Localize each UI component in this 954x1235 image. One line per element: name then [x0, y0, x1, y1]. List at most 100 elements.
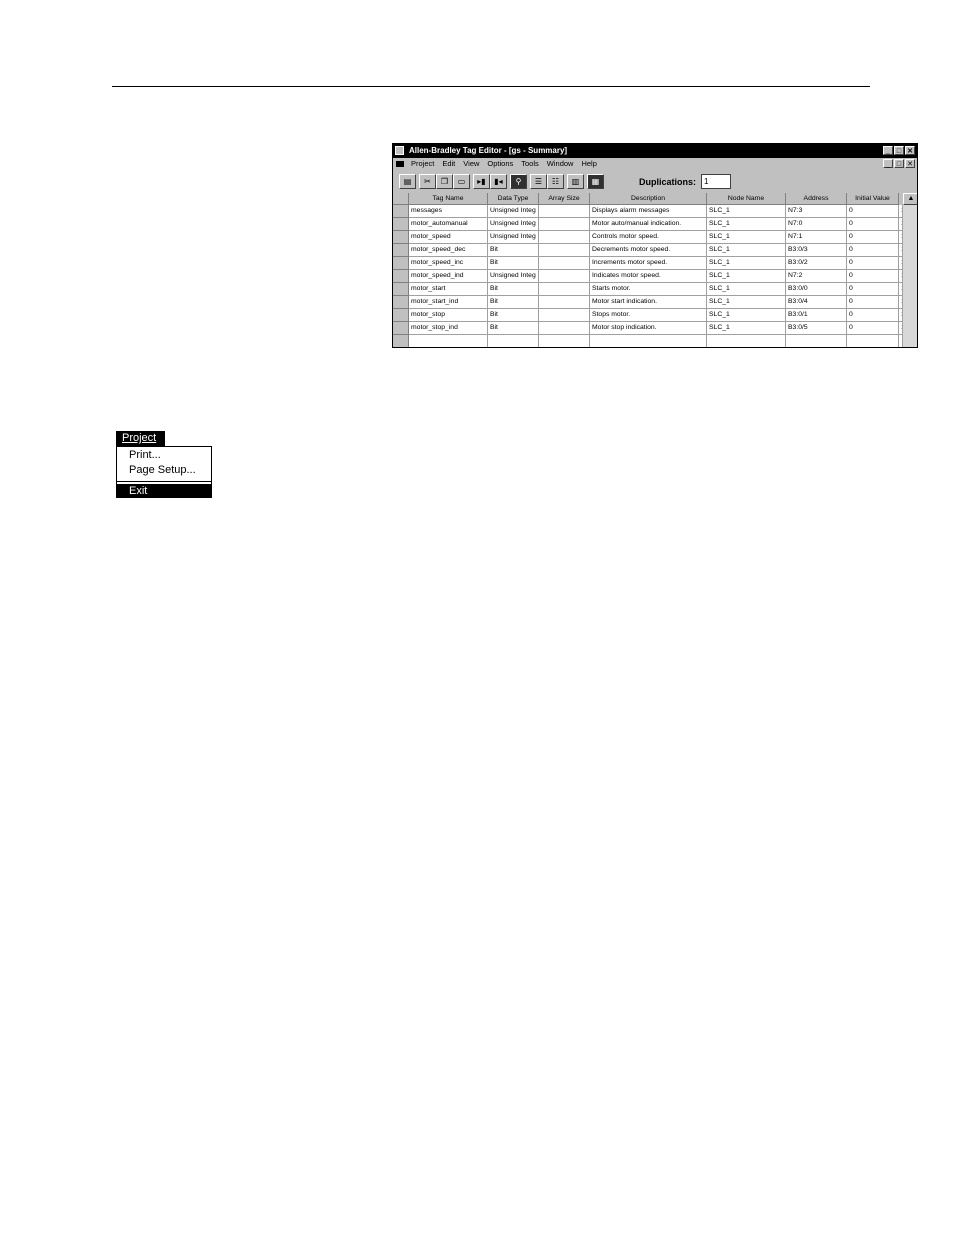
cell-array-size[interactable]: [539, 257, 590, 270]
col-initial-value-header[interactable]: Initial Value: [847, 193, 899, 205]
cell-address[interactable]: B3:0/2: [786, 257, 847, 270]
cell-array-size[interactable]: [539, 283, 590, 296]
maximize-button[interactable]: □: [894, 146, 904, 155]
document-icon[interactable]: [396, 161, 404, 167]
row-selector[interactable]: [393, 231, 409, 244]
table-row[interactable]: motor_stopBitStops motor.SLC_1B3:0/101: [393, 309, 917, 322]
close-button[interactable]: ✕: [905, 146, 915, 155]
cell-data-type[interactable]: Unsigned Integ: [488, 231, 539, 244]
cell-tag-name[interactable]: motor_start: [409, 283, 488, 296]
row-selector[interactable]: [393, 322, 409, 335]
menu-item-page-setup[interactable]: Page Setup...: [129, 463, 196, 477]
cell-address[interactable]: B3:0/3: [786, 244, 847, 257]
menu-item-print[interactable]: Print...: [129, 448, 161, 462]
col-data-type-header[interactable]: Data Type: [488, 193, 539, 205]
cell-initial-value[interactable]: 0: [847, 283, 899, 296]
cell-description[interactable]: Motor auto/manual indication.: [590, 218, 707, 231]
table-row[interactable]: motor_start_ind Bit Motor start indication…: [393, 296, 917, 309]
insert-row-icon[interactable]: ▸▮: [473, 174, 490, 189]
cell-node-name[interactable]: SLC_1: [707, 322, 786, 335]
cell-node-name[interactable]: [707, 335, 786, 347]
cell-array-size[interactable]: [539, 205, 590, 218]
cell-tag-name[interactable]: [409, 335, 488, 347]
cell-tag-name[interactable]: motor_speed: [409, 231, 488, 244]
menu-window[interactable]: Window: [547, 158, 574, 170]
grid-b-icon[interactable]: ☷: [547, 174, 564, 189]
col-address-header[interactable]: Address: [786, 193, 847, 205]
cell-description[interactable]: Indicates motor speed.: [590, 270, 707, 283]
cell-address[interactable]: N7:2: [786, 270, 847, 283]
select-all-corner[interactable]: [393, 193, 409, 205]
menu-options[interactable]: Options: [487, 158, 513, 170]
table-row[interactable]: messages Unsigned Integ Displays alarm mes…: [393, 205, 917, 218]
grid-a-icon[interactable]: ☰: [530, 174, 547, 189]
cell-initial-value[interactable]: 0: [847, 270, 899, 283]
cell-data-type[interactable]: Unsigned Integ: [488, 205, 539, 218]
cell-data-type[interactable]: Bit: [488, 296, 539, 309]
chart-icon[interactable]: ▥: [567, 174, 584, 189]
col-array-size-header[interactable]: Array Size: [539, 193, 590, 205]
title-bar[interactable]: Allen-Bradley Tag Editor - [gs - Summary…: [393, 144, 917, 158]
cell-tag-name[interactable]: motor_stop_ind: [409, 322, 488, 335]
row-selector[interactable]: [393, 335, 409, 347]
cell-address[interactable]: B3:0/5: [786, 322, 847, 335]
cell-description[interactable]: Displays alarm messages: [590, 205, 707, 218]
app-icon[interactable]: [395, 146, 404, 155]
row-selector[interactable]: [393, 283, 409, 296]
table-row[interactable]: motor_stop_ind Bit Motor stop indication. S…: [393, 322, 917, 335]
cell-tag-name[interactable]: motor_start_ind: [409, 296, 488, 309]
cell-address[interactable]: [786, 335, 847, 347]
row-selector[interactable]: [393, 257, 409, 270]
cell-node-name[interactable]: SLC_1: [707, 231, 786, 244]
cell-data-type[interactable]: Unsigned Integ: [488, 270, 539, 283]
table-row[interactable]: motor_speed Unsigned Integ Controls motor …: [393, 231, 917, 244]
cell-data-type[interactable]: [488, 335, 539, 347]
cell-array-size[interactable]: [539, 309, 590, 322]
project-menu-title[interactable]: Project: [116, 431, 165, 446]
cell-data-type[interactable]: Bit: [488, 283, 539, 296]
menu-view[interactable]: View: [463, 158, 479, 170]
cell-data-type[interactable]: Bit: [488, 257, 539, 270]
cell-initial-value[interactable]: 0: [847, 231, 899, 244]
cell-array-size[interactable]: [539, 296, 590, 309]
minimize-button[interactable]: _: [883, 146, 893, 155]
cell-address[interactable]: N7:1: [786, 231, 847, 244]
cell-initial-value[interactable]: 0: [847, 205, 899, 218]
cell-initial-value[interactable]: 0: [847, 257, 899, 270]
cell-data-type[interactable]: Bit: [488, 309, 539, 322]
menu-edit[interactable]: Edit: [442, 158, 455, 170]
col-tag-name-header[interactable]: Tag Name: [409, 193, 488, 205]
cell-initial-value[interactable]: 0: [847, 218, 899, 231]
menu-project[interactable]: Project: [411, 158, 434, 170]
cell-description[interactable]: Starts motor.: [590, 283, 707, 296]
cell-data-type[interactable]: Unsigned Integ: [488, 218, 539, 231]
cell-initial-value[interactable]: 0: [847, 296, 899, 309]
cell-address[interactable]: N7:3: [786, 205, 847, 218]
row-selector[interactable]: [393, 205, 409, 218]
cell-description[interactable]: Decrements motor speed.: [590, 244, 707, 257]
print-icon[interactable]: ▤: [399, 174, 416, 189]
cell-address[interactable]: B3:0/1: [786, 309, 847, 322]
cell-tag-name[interactable]: motor_speed_inc: [409, 257, 488, 270]
cell-node-name[interactable]: SLC_1: [707, 296, 786, 309]
doc-close-button[interactable]: ✕: [905, 159, 915, 168]
find-icon[interactable]: ⚲: [510, 174, 527, 189]
delete-row-icon[interactable]: ▮◂: [490, 174, 507, 189]
cell-tag-name[interactable]: motor_speed_ind: [409, 270, 488, 283]
cell-initial-value[interactable]: 0: [847, 244, 899, 257]
cell-description[interactable]: Controls motor speed.: [590, 231, 707, 244]
col-description-header[interactable]: Description: [590, 193, 707, 205]
row-selector[interactable]: [393, 309, 409, 322]
cell-tag-name[interactable]: motor_stop: [409, 309, 488, 322]
copy-icon[interactable]: ❐: [436, 174, 453, 189]
cell-initial-value[interactable]: 0: [847, 309, 899, 322]
row-selector[interactable]: [393, 270, 409, 283]
row-selector[interactable]: [393, 218, 409, 231]
cell-array-size[interactable]: [539, 218, 590, 231]
cell-address[interactable]: N7:0: [786, 218, 847, 231]
cell-array-size[interactable]: [539, 322, 590, 335]
table-row[interactable]: motor_speed_inc Bit Increments motor speed…: [393, 257, 917, 270]
cell-initial-value[interactable]: 0: [847, 322, 899, 335]
cell-array-size[interactable]: [539, 335, 590, 347]
columns-icon[interactable]: ▦: [587, 174, 604, 189]
